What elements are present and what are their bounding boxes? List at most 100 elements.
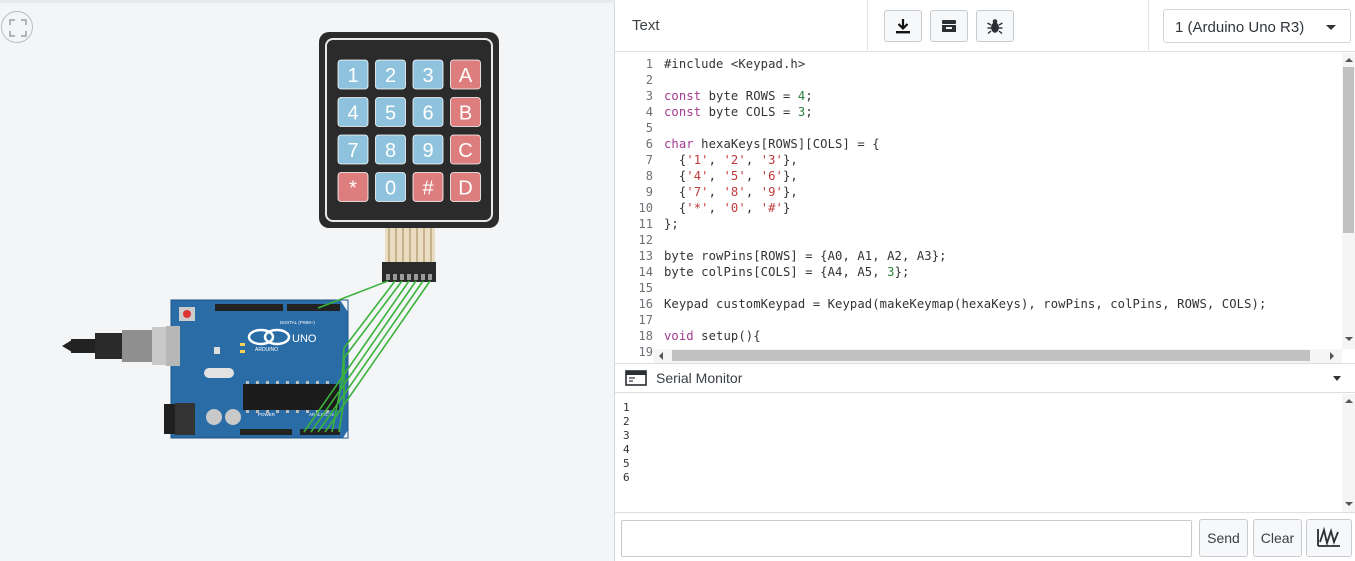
line-number: 1: [645, 57, 653, 71]
chevron-down-icon[interactable]: [1333, 376, 1341, 381]
scroll-left-arrow-icon[interactable]: [659, 352, 663, 360]
code-line[interactable]: {'4', '5', '6'},: [664, 168, 798, 184]
download-code-button[interactable]: [884, 10, 922, 42]
circuit-drawing: 1 2 3 A4 5 6 B7 8 9 C* 0 # D ARDUINO UNO…: [62, 32, 499, 439]
keypad-key-label: 1: [347, 65, 358, 87]
board-select-dropdown[interactable]: 1 (Arduino Uno R3): [1163, 9, 1351, 43]
scroll-up-arrow-icon[interactable]: [1345, 58, 1353, 62]
scrollbar-thumb[interactable]: [672, 350, 1310, 361]
code-line[interactable]: {'*', '0', '#'}: [664, 200, 790, 216]
usb-cable: [62, 327, 176, 365]
keypad-key-label: B: [459, 103, 472, 125]
board-brand: ARDUINO: [255, 347, 278, 353]
keypad-key-label: D: [458, 178, 472, 200]
libraries-button[interactable]: [930, 10, 968, 42]
line-number: 6: [645, 137, 653, 151]
serial-output-scrollbar[interactable]: [1342, 394, 1355, 512]
scroll-down-arrow-icon[interactable]: [1345, 502, 1353, 506]
editor-vertical-scrollbar[interactable]: [1342, 53, 1355, 349]
line-number: 5: [645, 121, 653, 135]
keypad-key-label: *: [349, 178, 357, 200]
keypad-key-label: A: [459, 65, 473, 87]
serial-output-area[interactable]: 123456: [615, 394, 1355, 512]
code-line[interactable]: const byte ROWS = 4;: [664, 88, 813, 104]
serial-output-line: 5: [623, 457, 630, 470]
keypad-key-label: #: [422, 178, 434, 200]
keypad-key-label: 7: [347, 140, 358, 162]
serial-output-line: 4: [623, 443, 630, 456]
debugger-button[interactable]: [976, 10, 1014, 42]
keypad-key-label: C: [458, 140, 472, 162]
code-line[interactable]: byte rowPins[ROWS] = {A0, A1, A2, A3};: [664, 248, 947, 264]
keypad-key-label: 9: [422, 140, 433, 162]
library-box-icon: [942, 20, 956, 32]
scrollbar-thumb[interactable]: [1343, 67, 1354, 233]
keypad-key-label: 6: [422, 103, 433, 125]
scroll-up-arrow-icon[interactable]: [1345, 399, 1353, 403]
keypad-key-label: 8: [385, 140, 396, 162]
serial-output-line: 6: [623, 471, 630, 484]
graph-toggle-button[interactable]: [1306, 519, 1352, 557]
download-icon: [896, 19, 910, 34]
chevron-down-icon: [1326, 25, 1336, 30]
scroll-down-arrow-icon[interactable]: [1345, 337, 1353, 341]
circuit-canvas[interactable]: 1 2 3 A 4 5 6 B 7 8 9 C * 0 # D ARDUINO …: [0, 0, 615, 561]
line-number: 11: [638, 217, 653, 231]
power-label: POWER: [258, 412, 276, 417]
line-number: 7: [645, 153, 653, 167]
line-number: 15: [638, 281, 653, 295]
line-number: 4: [645, 105, 653, 119]
line-number: 2: [645, 73, 653, 87]
code-line[interactable]: };: [664, 216, 679, 232]
code-line[interactable]: const byte COLS = 3;: [664, 104, 813, 120]
line-number: 10: [638, 201, 653, 215]
code-line[interactable]: char hexaKeys[ROWS][COLS] = {: [664, 136, 880, 152]
keypad-key-label: 5: [385, 103, 396, 125]
serial-output-line: 3: [623, 429, 630, 442]
serial-output-line: 1: [623, 401, 630, 414]
serial-input-field[interactable]: [621, 520, 1192, 557]
toolbar-separator: [867, 0, 868, 52]
line-number: 14: [638, 265, 653, 279]
board-select-value: 1 (Arduino Uno R3): [1175, 19, 1305, 36]
app-root: 1 2 3 A 4 5 6 B 7 8 9 C * 0 # D ARDUINO …: [0, 0, 1355, 561]
keypad-ribbon: [382, 228, 436, 282]
serial-monitor-icon: [625, 370, 647, 386]
keypad-key-label: 3: [422, 65, 433, 87]
toolbar-separator: [1148, 0, 1149, 52]
serial-output-line: 2: [623, 415, 630, 428]
serial-monitor-title: Serial Monitor: [656, 370, 743, 386]
clear-button[interactable]: Clear: [1253, 519, 1302, 557]
line-number: 8: [645, 169, 653, 183]
keypad-key-label: 2: [385, 65, 396, 87]
line-number: 13: [638, 249, 653, 263]
serial-input-bar: Send Clear: [615, 512, 1355, 561]
send-button[interactable]: Send: [1199, 519, 1248, 557]
scroll-right-arrow-icon[interactable]: [1330, 352, 1334, 360]
bug-icon: [987, 19, 1003, 35]
code-line[interactable]: {'1', '2', '3'},: [664, 152, 798, 168]
line-number: 3: [645, 89, 653, 103]
editor-mode-label[interactable]: Text: [632, 17, 660, 34]
code-line[interactable]: Keypad customKeypad = Keypad(makeKeymap(…: [664, 296, 1266, 312]
code-editor[interactable]: 1 2 3 4 5 6 7 8 9 10 11 12 13 14 15 16 17 18 19 #include <…: [615, 53, 1355, 363]
board-model: UNO: [292, 333, 317, 345]
line-number: 18: [638, 329, 653, 343]
serial-monitor-header[interactable]: Serial Monitor: [615, 363, 1355, 393]
editor-horizontal-scrollbar[interactable]: [653, 349, 1342, 363]
line-number-gutter: 1 2 3 4 5 6 7 8 9 10 11 12 13 14 15 16 17 18 19: [615, 53, 653, 363]
line-number: 16: [638, 297, 653, 311]
code-line[interactable]: #include <Keypad.h>: [664, 56, 805, 72]
code-line[interactable]: {'7', '8', '9'},: [664, 184, 798, 200]
line-number: 12: [638, 233, 653, 247]
keypad-4x4[interactable]: 1 2 3 A 4 5 6 B 7 8 9 C * 0 # D: [319, 32, 499, 228]
code-line[interactable]: void setup(){: [664, 328, 761, 344]
code-line[interactable]: byte colPins[COLS] = {A4, A5, 3};: [664, 264, 909, 280]
line-number: 9: [645, 185, 653, 199]
line-number: 17: [638, 313, 653, 327]
waveform-graph-icon: [1317, 526, 1340, 547]
code-panel: Text 1 (Arduino Uno R3) 1 2 3 4 5 6 7 8 …: [615, 0, 1355, 561]
code-toolbar: Text 1 (Arduino Uno R3): [615, 0, 1355, 52]
keypad-key-label: 4: [347, 103, 358, 125]
line-number: 19: [638, 345, 653, 359]
